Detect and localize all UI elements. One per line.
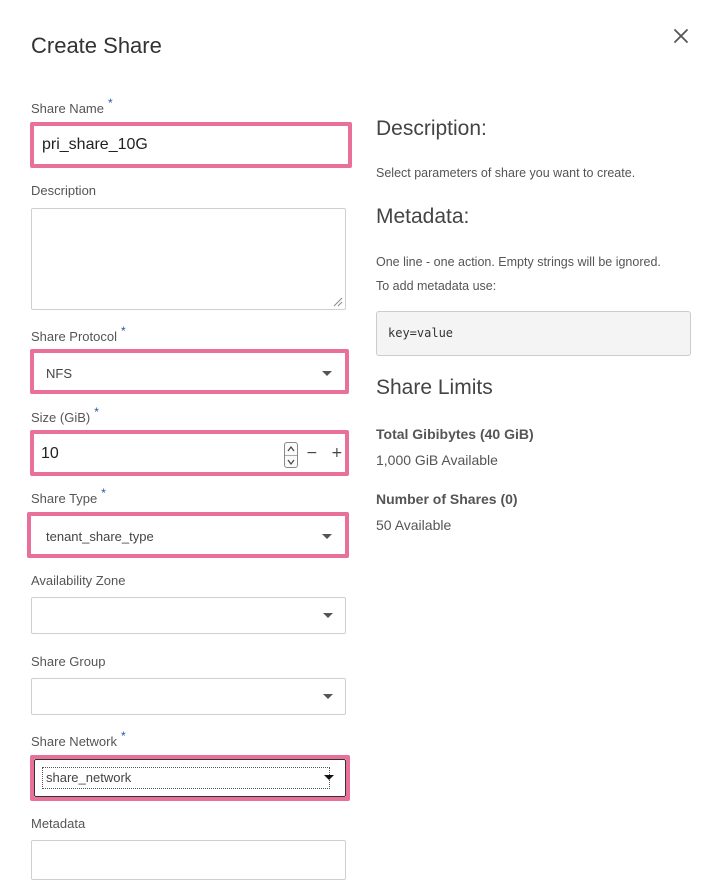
share-network-label: Share Network *: [31, 729, 126, 749]
description-textarea[interactable]: [31, 208, 346, 310]
chevron-down-icon: [324, 775, 334, 780]
dialog-title: Create Share: [31, 33, 162, 58]
chevron-down-icon: [322, 534, 332, 539]
description-heading: Description:: [376, 117, 487, 140]
chevron-down-icon: [323, 694, 333, 699]
spin-up-icon[interactable]: [285, 443, 297, 455]
spin-down-icon[interactable]: [285, 455, 297, 467]
share-group-label: Share Group: [31, 654, 106, 669]
share-network-value: share_network: [46, 770, 132, 785]
metadata-help-line1: One line - one action. Empty strings wil…: [376, 255, 661, 269]
share-type-label: Share Type *: [31, 486, 106, 506]
share-protocol-select[interactable]: NFS: [30, 349, 349, 394]
size-label: Size (GiB) *: [31, 405, 99, 425]
shares-limit-title: Number of Shares (0): [376, 491, 518, 507]
gibibytes-available: 1,000 GiB Available: [376, 452, 498, 468]
required-star: *: [107, 96, 113, 110]
gibibytes-limit-title: Total Gibibytes (40 GiB): [376, 426, 534, 442]
share-protocol-value: NFS: [46, 366, 72, 381]
availability-zone-label: Availability Zone: [31, 573, 126, 588]
required-star: *: [94, 405, 99, 419]
chevron-down-icon: [322, 371, 332, 376]
share-type-select[interactable]: tenant_share_type: [27, 512, 349, 558]
share-name-label: Share Name *: [31, 96, 113, 116]
metadata-textarea[interactable]: [31, 840, 346, 880]
share-limits-heading: Share Limits: [376, 376, 493, 399]
metadata-code-example: key=value: [376, 311, 691, 356]
share-network-select[interactable]: share_network: [30, 755, 350, 801]
share-name-input[interactable]: pri_share_10G: [30, 122, 352, 168]
size-value: 10: [41, 445, 59, 462]
description-label: Description: [31, 183, 97, 198]
shares-available: 50 Available: [376, 517, 452, 533]
share-protocol-label: Share Protocol *: [31, 324, 126, 344]
resize-handle-icon[interactable]: [331, 295, 343, 307]
required-star: *: [121, 324, 126, 338]
close-button[interactable]: [667, 22, 695, 50]
required-star: *: [120, 729, 126, 743]
metadata-heading: Metadata:: [376, 205, 470, 228]
increment-button[interactable]: +: [331, 445, 343, 461]
close-icon: [674, 29, 688, 43]
description-help-text: Select parameters of share you want to c…: [376, 166, 636, 180]
size-input[interactable]: 10 − +: [30, 430, 349, 476]
share-type-value: tenant_share_type: [46, 529, 154, 544]
share-group-select[interactable]: [31, 678, 346, 715]
metadata-help-line2: To add metadata use:: [376, 279, 497, 293]
size-spinner[interactable]: [284, 442, 298, 468]
chevron-down-icon: [323, 613, 333, 618]
required-star: *: [101, 486, 106, 500]
metadata-label: Metadata: [31, 816, 86, 831]
share-name-value: pri_share_10G: [42, 136, 148, 153]
decrement-button[interactable]: −: [306, 445, 318, 461]
availability-zone-select[interactable]: [31, 597, 346, 634]
